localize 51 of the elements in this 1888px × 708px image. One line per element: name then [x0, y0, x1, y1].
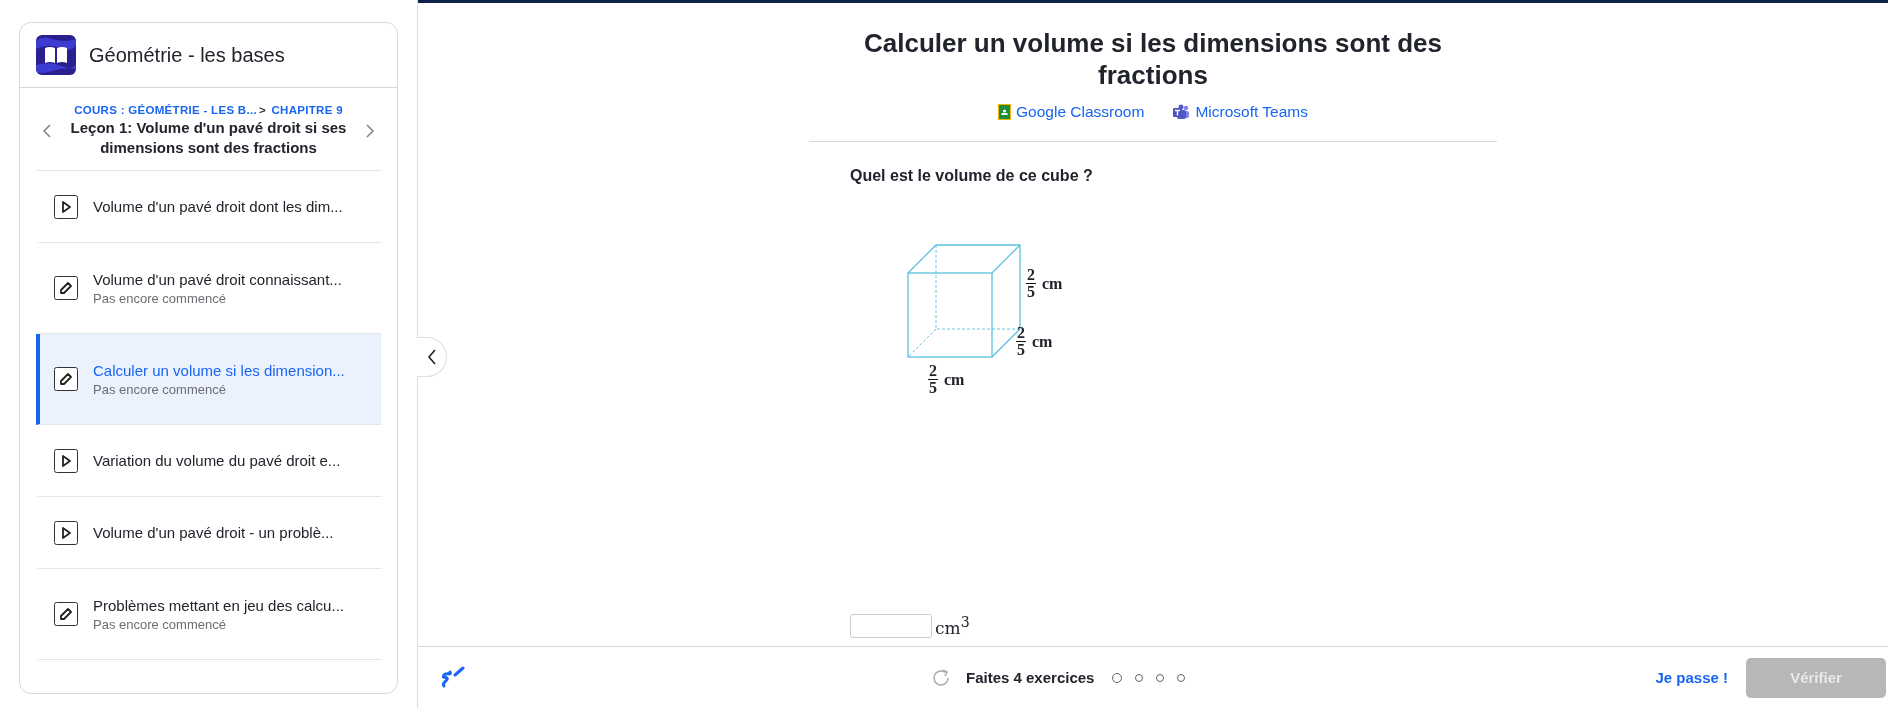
- play-icon: [54, 194, 78, 219]
- breadcrumb-link[interactable]: CHAPITRE 9: [271, 104, 343, 116]
- collapse-sidebar-button[interactable]: [417, 337, 447, 377]
- scratchpad-icon[interactable]: [440, 665, 466, 690]
- lesson-item-title: Volume d'un pavé droit - un problè...: [93, 524, 334, 541]
- pencil-icon: [54, 602, 78, 626]
- chevron-left-icon: [42, 124, 52, 138]
- lesson-item[interactable]: Problèmes mettant en jeu des calcu... Pas encore commencé: [36, 569, 381, 660]
- fraction-numerator: 2: [928, 363, 938, 380]
- question-text: Quel est le volume de ce cube ?: [850, 167, 1094, 185]
- teams-icon: [1172, 104, 1191, 120]
- lesson-item-status: Pas encore commencé: [93, 381, 227, 397]
- fraction-denominator: 5: [929, 380, 937, 396]
- lesson-item-title: Calculer un volume si les dimension...: [93, 361, 345, 379]
- chevron-left-icon: [426, 349, 437, 365]
- refresh-icon[interactable]: [930, 666, 952, 689]
- breadcrumb-link[interactable]: COURS : GÉOMÉTRIE - LES B...: [74, 104, 257, 116]
- classroom-icon: [998, 104, 1012, 120]
- unit-label: cm: [1042, 274, 1063, 293]
- lesson-item[interactable]: Calculer un volume si les dimension... Pas encore commencé: [36, 334, 381, 425]
- pencil-icon: [54, 367, 78, 391]
- lesson-item[interactable]: Volume d'un pavé droit dont les dim...: [36, 171, 381, 243]
- lesson-item-title: Volume d'un pavé droit dont les dim...: [93, 198, 343, 215]
- pencil-icon: [54, 276, 78, 300]
- answer-field[interactable]: [850, 614, 932, 638]
- lesson-item[interactable]: Variation du volume du pavé droit e...: [36, 425, 381, 497]
- fraction-numerator: 2: [1026, 267, 1036, 284]
- answer-unit: cm$^{3}$: [935, 614, 970, 638]
- lesson-item-title: Volume d'un pavé droit connaissant...: [93, 270, 342, 288]
- lesson-title: Leçon 1: Volume d'un pavé droit si ses dimensions sont des fractions: [69, 118, 348, 158]
- play-icon: [54, 520, 78, 545]
- unit-label: cm: [944, 370, 965, 389]
- lesson-item-title: Variation du volume du pavé droit e...: [93, 452, 341, 469]
- chevron-right-icon: [365, 124, 375, 138]
- course-title: Géométrie - les bases: [89, 43, 285, 67]
- share-link[interactable]: Google Classroom: [998, 103, 1145, 121]
- exercise-title: Calculer un volume si les dimensions sont des fractions: [863, 27, 1443, 91]
- fraction-denominator: 5: [1017, 342, 1025, 358]
- lesson-item-title: Problèmes mettant en jeu des calcu...: [93, 596, 344, 614]
- lesson-item-status: Pas encore commencé: [93, 290, 227, 306]
- play-icon: [54, 448, 78, 473]
- fraction-denominator: 5: [1027, 284, 1035, 300]
- skip-link[interactable]: Je passe !: [1655, 669, 1728, 686]
- unit-label: cm: [1032, 332, 1053, 351]
- lesson-item-status: Pas encore commencé: [93, 616, 227, 632]
- progress-text: Faites 4 exercices: [966, 669, 1095, 686]
- fraction-numerator: 2: [1016, 325, 1026, 342]
- share-link[interactable]: Microsoft Teams: [1172, 103, 1308, 121]
- book-icon: [36, 35, 76, 75]
- lesson-item[interactable]: Volume d'un pavé droit - un problè...: [36, 497, 381, 569]
- breadcrumb-separator: >: [258, 104, 266, 116]
